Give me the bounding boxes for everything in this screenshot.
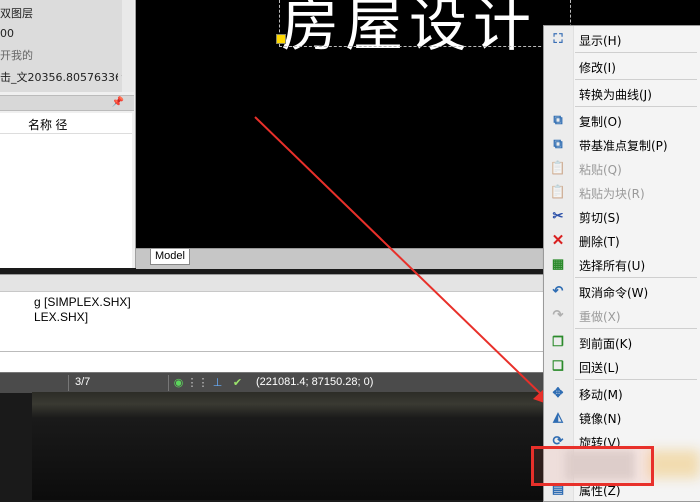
bring-front-icon: ❐ (552, 334, 564, 349)
zoom-extents-icon: ⛶ (553, 31, 563, 46)
status-divider (68, 375, 69, 391)
menu-item-bring-front[interactable]: ❐ 到前面(K) (544, 331, 700, 353)
menu-item-cut[interactable]: ✂ 剪切(S) (544, 205, 700, 227)
menu-separator (575, 52, 697, 53)
copy-base-icon: ⧉ (553, 136, 563, 151)
menu-item-delete[interactable]: ✕ 删除(T) (544, 229, 700, 251)
menu-item-display[interactable]: ⛶ 显示(H) (544, 28, 700, 50)
paste-block-icon: 📋 (549, 184, 567, 199)
context-menu: ⛶ 显示(H) 修改(I) 转换为曲线(J) ⧉ 复制(O) ⧉ 带基准点复制(… (543, 25, 700, 502)
copy-icon: ⧉ (553, 112, 563, 127)
paste-icon: 📋 (549, 160, 567, 175)
menu-item-move[interactable]: ✥ 移动(M) (544, 382, 700, 404)
select-all-icon: ▦ (551, 256, 565, 271)
tab-model[interactable]: Model (150, 249, 190, 265)
undo-icon: ↶ (552, 283, 564, 298)
property-value-2[interactable]: 00 (0, 27, 120, 40)
move-icon: ✥ (552, 385, 564, 400)
text-value[interactable]: 击_文20356.8057633691 (0, 69, 118, 85)
menu-item-redo[interactable]: ↷ 重做(X) (544, 304, 700, 326)
snap-icon[interactable]: ◉ (171, 375, 186, 390)
menu-item-mirror[interactable]: ◭ 镜像(N) (544, 406, 700, 428)
layer-value[interactable]: 双图层 (0, 5, 120, 21)
selection-grip[interactable] (276, 34, 286, 44)
menu-item-to-curve[interactable]: 转换为曲线(J) (544, 82, 700, 104)
menu-item-select-all[interactable]: ▦ 选择所有(U) (544, 253, 700, 275)
menu-separator (575, 277, 697, 278)
ortho-icon[interactable]: ⊥ (210, 375, 225, 390)
menu-separator (575, 379, 697, 380)
menu-separator (575, 79, 697, 80)
property-value-3[interactable]: 开我的 (0, 47, 120, 63)
command-history-line: g [SIMPLEX.SHX] (34, 295, 131, 309)
scissors-icon: ✂ (552, 208, 564, 223)
menu-item-paste[interactable]: 📋 粘贴(Q) (544, 157, 700, 179)
selection-box (279, 0, 571, 47)
menu-item-cancel-command[interactable]: ↶ 取消命令(W) (544, 280, 700, 302)
pane-title-bar: 📌 (0, 95, 134, 111)
command-history-line: LEX.SHX] (34, 310, 89, 324)
grid-icon[interactable]: ⋮⋮ (187, 375, 209, 390)
menu-item-paste-block[interactable]: 📋 粘贴为块(R) (544, 181, 700, 203)
coordinates-readout: (221081.4; 87150.28; 0) (256, 376, 374, 388)
menu-separator (575, 106, 697, 107)
status-divider (168, 375, 169, 391)
menu-item-send-back[interactable]: ❏ 回送(L) (544, 355, 700, 377)
list-header: 名称 径 (0, 113, 132, 134)
properties-grid: 双图层 00 开我的 击_文20356.8057633691 ▼ (0, 0, 128, 92)
mirror-icon: ◭ (553, 409, 563, 424)
list-header-label: 名称 径 (28, 118, 68, 132)
annotation-highlight-box (531, 446, 654, 486)
properties-panel: 双图层 00 开我的 击_文20356.8057633691 ▼ 📌 名称 径 (0, 0, 136, 268)
redo-icon: ↷ (552, 307, 564, 322)
layer-list[interactable] (0, 134, 132, 268)
properties-scrollbar[interactable] (122, 0, 134, 92)
menu-item-copy-base[interactable]: ⧉ 带基准点复制(P) (544, 133, 700, 155)
pin-icon[interactable]: 📌 (112, 96, 124, 110)
redacted-blur (648, 450, 700, 478)
osnap-icon[interactable]: ✔ (230, 375, 245, 390)
menu-separator (575, 328, 697, 329)
send-back-icon: ❏ (552, 358, 564, 373)
page-indicator: 3/7 (75, 376, 91, 388)
delete-icon: ✕ (551, 232, 565, 249)
menu-item-modify[interactable]: 修改(I) (544, 55, 700, 77)
menu-item-copy[interactable]: ⧉ 复制(O) (544, 109, 700, 131)
